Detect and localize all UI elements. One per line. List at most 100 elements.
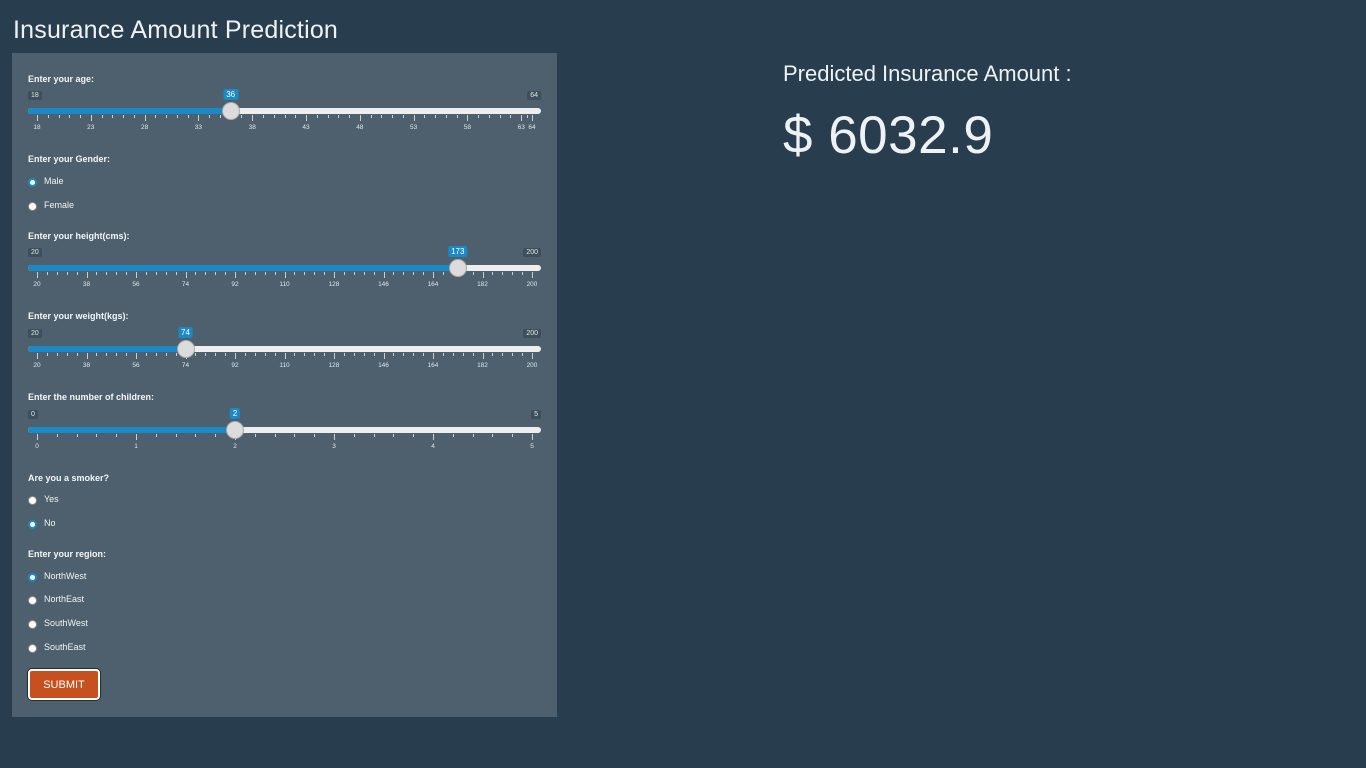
slider-tick-minor [106,272,108,275]
slider-tick-minor [492,272,494,275]
slider-tick-minor [294,353,296,356]
slider-tick-minor [116,272,118,275]
slider-tick-minor [56,272,58,275]
slider-tick-label: 63 [517,124,525,131]
slider-tick-minor [155,115,157,118]
slider-tick-minor [66,353,68,356]
slider-tick-minor [295,115,297,118]
slider-tick-minor [499,115,501,118]
slider-tick-label: 128 [328,281,340,288]
radio-button[interactable] [28,519,37,529]
radio-label: Yes [44,494,59,504]
slider-tick-major [482,353,484,359]
slider-tick-minor [353,353,355,356]
slider-tick-minor [96,272,98,275]
slider-tick-minor [381,115,383,118]
slider-fill [28,265,458,271]
slider-tick-minor [442,272,444,275]
slider-tick-minor [166,115,168,118]
height-label: Enter your height(cms): [28,231,130,241]
slider-tick-minor [155,272,157,275]
region-option-northeast[interactable]: NorthEast [28,592,84,606]
children-slider[interactable]: 0 5 0 1 2 3 4 5 2 [28,408,541,462]
slider-tick-minor [327,115,329,118]
slider-tick-label: 3 [332,443,336,450]
radio-label: No [44,518,56,528]
slider-tick-label: 74 [181,281,190,288]
slider-tick-major [433,272,434,278]
slider-tick-label: 56 [132,281,140,288]
slider-tick-minor [155,434,157,437]
slider-handle[interactable] [226,421,244,439]
slider-tick-minor [165,272,167,275]
slider-tick-major [467,115,469,121]
slider-fill [28,108,231,114]
predicted-amount: $ 6032.9 [783,106,994,165]
gender-option-male[interactable]: Male [28,174,64,188]
slider-tick-label: 1 [134,443,138,450]
radio-label: SouthEast [44,642,86,652]
slider-value-bubble: 74 [178,327,193,338]
slider-handle[interactable] [221,102,240,120]
radio-button[interactable] [28,495,37,505]
gender-option-female[interactable]: Female [28,198,74,212]
slider-tick-minor [274,434,276,437]
radio-button[interactable] [28,643,37,653]
radio-button[interactable] [28,177,37,187]
region-option-northwest[interactable]: NorthWest [28,569,86,583]
radio-label: NorthWest [44,571,87,581]
slider-tick-minor [96,434,98,437]
slider-tick-minor [219,115,221,118]
slider-tick-minor [195,272,197,275]
slider-tick-minor [343,272,345,275]
smoker-option-no[interactable]: No [28,516,56,530]
gender-label: Enter your Gender: [28,154,111,164]
slider-tick-major [136,272,137,278]
region-option-southeast[interactable]: SouthEast [28,640,86,654]
slider-tick-minor [393,272,395,275]
slider-tick-minor [349,115,351,118]
slider-tick-minor [264,353,266,356]
slider-tick-major [37,272,38,278]
radio-button[interactable] [28,572,37,582]
slider-handle[interactable] [448,259,467,277]
slider-tick-minor [56,353,58,356]
slider-tick-label: 128 [328,362,340,369]
slider-tick-minor [304,272,306,275]
slider-tick-minor [512,272,514,275]
slider-tick-minor [195,353,197,356]
slider-tick-minor [273,115,275,118]
slider-ticks: 0 1 2 3 4 5 [28,434,541,450]
slider-handle[interactable] [176,340,195,358]
age-slider[interactable]: 18 64 18 23 28 33 38 43 48 53 58 63 64 36 [28,89,541,143]
slider-tick-major [185,272,187,278]
slider-tick-minor [403,272,405,275]
slider-tick-minor [363,353,365,356]
slider-tick-minor [176,115,178,118]
slider-tick-minor [254,434,256,437]
smoker-option-yes[interactable]: Yes [28,492,59,506]
slider-tick-minor [58,115,60,118]
slider-min-label: 0 [28,410,38,419]
height-slider[interactable]: 20 200 20 38 56 74 92 110 128 146 164 182 200 173 [28,246,541,300]
slider-tick-label: 110 [279,281,290,288]
slider-tick-minor [526,115,528,118]
slider-tick-label: 2 [233,443,237,450]
radio-button[interactable] [28,595,37,605]
slider-tick-major [413,115,415,121]
slider-tick-minor [392,115,394,118]
region-option-southwest[interactable]: SouthWest [28,616,88,630]
slider-tick-minor [76,272,78,275]
radio-label: NorthEast [44,594,85,604]
slider-tick-minor [353,434,355,437]
slider-tick-minor [314,434,316,437]
slider-tick-minor [472,272,474,275]
slider-tick-minor [338,115,340,118]
weight-slider[interactable]: 20 200 20 38 56 74 92 110 128 146 164 182 200 74 [28,327,541,381]
radio-button[interactable] [28,201,37,211]
slider-tick-major [86,353,88,359]
slider-tick-minor [175,353,177,356]
slider-tick-label: 92 [231,362,239,369]
submit-button[interactable]: SUBMIT [28,669,100,700]
radio-button[interactable] [28,619,37,629]
